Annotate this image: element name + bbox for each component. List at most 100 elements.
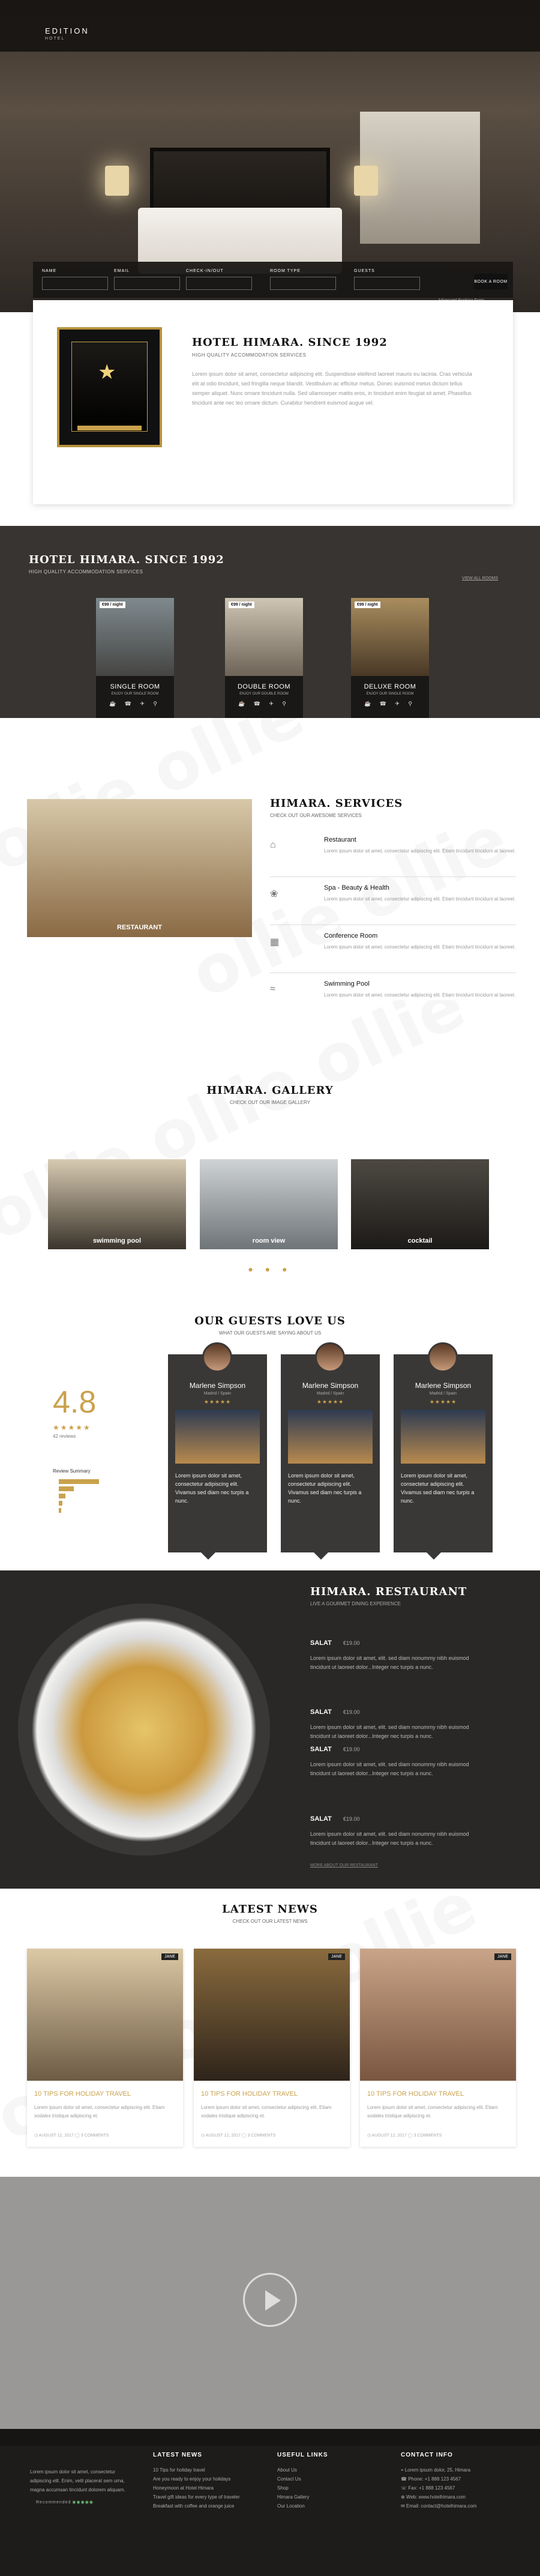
gallery-section: ollie ollie ollie HIMARA. GALLERY CHECK … bbox=[0, 1000, 540, 1306]
service-name: Restaurant bbox=[324, 836, 356, 843]
footer-link[interactable]: Shop bbox=[277, 2484, 385, 2493]
footer-link[interactable]: Himara Gallery bbox=[277, 2493, 385, 2502]
news-item-desc: Lorem ipsum dolor sit amet, consectetur … bbox=[201, 2105, 332, 2119]
play-button[interactable] bbox=[243, 2273, 297, 2327]
service-item[interactable]: ▦ Conference Room Lorem ipsum dolor sit … bbox=[270, 925, 516, 973]
testimonial-card: Marlene Simpson Madrid / Spain ★★★★★ Lor… bbox=[168, 1342, 267, 1560]
restaurant-icon: ⌂ bbox=[270, 840, 276, 850]
testimonial-image bbox=[401, 1410, 485, 1464]
booking-field-guests: GUESTS bbox=[354, 269, 420, 290]
menu-item-desc: Lorem ipsum dolor sit amet, elit. sed di… bbox=[310, 1655, 469, 1670]
news-card[interactable]: JANE 10 TIPS FOR HOLIDAY TRAVEL Lorem ip… bbox=[27, 1949, 183, 2147]
footer-news-link[interactable]: Breakfast with coffee and orange juice bbox=[153, 2502, 261, 2511]
news-item-meta: ◷ AUGUST 12, 2017 ◯ 3 COMMENTS bbox=[201, 2134, 276, 2138]
spa-icon: ❀ bbox=[270, 889, 278, 899]
restaurant-food-image bbox=[0, 1582, 282, 1883]
news-subtitle: CHECK OUT OUR LATEST NEWS bbox=[232, 1919, 308, 1924]
footer-link[interactable]: Our Location bbox=[277, 2502, 385, 2511]
about-section: ollie ★ HOTEL HIMARA. SINCE 1992 HIGH QU… bbox=[0, 300, 540, 526]
gallery-item-label: swimming pool bbox=[92, 1237, 142, 1244]
footer-phone[interactable]: ☎ Phone: +1 888 123 4567 bbox=[401, 2475, 521, 2484]
testimonial-location: Madrid / Spain bbox=[429, 1392, 457, 1396]
testimonial-stars: ★★★★★ bbox=[203, 1399, 232, 1405]
footer-email[interactable]: ✉ Email: contact@hotelhimara.com bbox=[401, 2502, 521, 2511]
news-tag: JANE bbox=[494, 1953, 511, 1960]
logo-text: EDITION bbox=[45, 26, 89, 35]
view-all-rooms-link[interactable]: VIEW ALL ROOMS bbox=[462, 576, 498, 581]
footer-web[interactable]: ⊕ Web: www.hotelhimara.com bbox=[401, 2493, 521, 2502]
name-input[interactable] bbox=[42, 277, 108, 290]
site-logo[interactable]: EDITION HOTEL bbox=[45, 26, 89, 41]
news-item-title[interactable]: 10 TIPS FOR HOLIDAY TRAVEL bbox=[367, 2090, 464, 2098]
restaurant-subtitle: LIVE A GOURMET DINING EXPERIENCE bbox=[310, 1601, 401, 1606]
footer-news-link[interactable]: Are you ready to enjoy your holidays bbox=[153, 2475, 261, 2484]
booking-field-label: GUESTS bbox=[354, 269, 375, 273]
room-card[interactable]: €99 / night DELUXE ROOM ENJOY OUR SINGLE… bbox=[351, 598, 429, 718]
news-card[interactable]: JANE 10 TIPS FOR HOLIDAY TRAVEL Lorem ip… bbox=[194, 1949, 350, 2147]
tripadvisor-badge[interactable]: Recommended ◉◉◉◉◉ bbox=[36, 2500, 94, 2505]
booking-form: NAME EMAIL CHECK-IN/OUT ROOM TYPE GUESTS… bbox=[33, 262, 513, 298]
service-item[interactable]: ⌂ Restaurant Lorem ipsum dolor sit amet,… bbox=[270, 829, 516, 877]
news-item-title[interactable]: 10 TIPS FOR HOLIDAY TRAVEL bbox=[34, 2090, 131, 2098]
hero-window bbox=[360, 112, 480, 244]
service-item[interactable]: ❀ Spa - Beauty & Health Lorem ipsum dolo… bbox=[270, 877, 516, 925]
testimonial-card: Marlene Simpson Madrid / Spain ★★★★★ Lor… bbox=[394, 1342, 493, 1560]
book-room-button[interactable]: BOOK A ROOM bbox=[474, 274, 508, 289]
footer-news-link[interactable]: Honeymoon at Hotel Himara bbox=[153, 2484, 261, 2493]
footer-links: USEFUL LINKS About Us Contact Us Shop Hi… bbox=[277, 2452, 385, 2511]
room-image bbox=[96, 598, 174, 688]
review-bar bbox=[59, 1479, 99, 1484]
service-item[interactable]: ≈ Swimming Pool Lorem ipsum dolor sit am… bbox=[270, 973, 516, 1000]
footer-link[interactable]: Contact Us bbox=[277, 2475, 385, 2484]
gallery-item[interactable]: swimming pool bbox=[48, 1159, 186, 1249]
footer-link[interactable]: About Us bbox=[277, 2466, 385, 2475]
gallery-item[interactable]: cocktail bbox=[351, 1159, 489, 1249]
about-subtitle: HIGH QUALITY ACCOMMODATION SERVICES bbox=[192, 352, 307, 358]
menu-item-price: €19.00 bbox=[343, 1816, 360, 1822]
email-input[interactable] bbox=[114, 277, 180, 290]
room-amenity-icons: ☕ ☎ ✈ ⚲ bbox=[238, 701, 290, 707]
guests-select[interactable] bbox=[354, 277, 420, 290]
restaurant-more-link[interactable]: MORE ABOUT OUR RESTAURANT bbox=[310, 1863, 378, 1868]
rating-stars: ★★★★★ bbox=[53, 1423, 91, 1432]
gallery-subtitle: CHECK OUT OUR IMAGE GALLERY bbox=[230, 1100, 310, 1105]
room-type-select[interactable] bbox=[270, 277, 336, 290]
menu-item: SALAT €19.00 Lorem ipsum dolor sit amet,… bbox=[310, 1815, 484, 1848]
gallery-item-label: cocktail bbox=[407, 1237, 433, 1244]
news-card[interactable]: JANE 10 TIPS FOR HOLIDAY TRAVEL Lorem ip… bbox=[360, 1949, 516, 2147]
menu-item: SALAT €19.00 Lorem ipsum dolor sit amet,… bbox=[310, 1639, 484, 1672]
news-item-title[interactable]: 10 TIPS FOR HOLIDAY TRAVEL bbox=[201, 2090, 298, 2098]
about-card: ★ HOTEL HIMARA. SINCE 1992 HIGH QUALITY … bbox=[33, 300, 513, 504]
booking-field-name: NAME bbox=[42, 269, 108, 290]
footer-recommended: Recommended bbox=[36, 2500, 71, 2505]
footer-news-link[interactable]: Travel gift ideas for every type of trav… bbox=[153, 2493, 261, 2502]
about-title: HOTEL HIMARA. SINCE 1992 bbox=[192, 336, 388, 349]
footer-contact-title: CONTACT INFO bbox=[401, 2452, 453, 2458]
footer: Lorem ipsum dolor sit amet, consectetur … bbox=[0, 2429, 540, 2576]
video-section bbox=[0, 2177, 540, 2429]
menu-item-name: SALAT bbox=[310, 1815, 332, 1823]
footer-news-link[interactable]: 10 Tips for holiday travel bbox=[153, 2466, 261, 2475]
avatar bbox=[202, 1342, 232, 1372]
testimonial-location: Madrid / Spain bbox=[316, 1392, 344, 1396]
menu-item-desc: Lorem ipsum dolor sit amet, elit. sed di… bbox=[310, 1831, 469, 1846]
testimonial-stars: ★★★★★ bbox=[429, 1399, 457, 1405]
room-card[interactable]: €99 / night DOUBLE ROOM ENJOY OUR DOUBLE… bbox=[225, 598, 303, 718]
menu-item-name: SALAT bbox=[310, 1709, 332, 1716]
rooms-subtitle: HIGH QUALITY ACCOMMODATION SERVICES bbox=[29, 569, 143, 575]
testimonial-text: Lorem ipsum dolor sit amet, consectetur … bbox=[288, 1473, 362, 1504]
gallery-pagination-dots[interactable]: ● ● ● bbox=[0, 1264, 540, 1274]
room-card[interactable]: €99 / night SINGLE ROOM ENJOY OUR SINGLE… bbox=[96, 598, 174, 718]
review-count: 42 reviews bbox=[53, 1434, 76, 1439]
dates-input[interactable] bbox=[186, 277, 252, 290]
gallery-item[interactable]: room view bbox=[200, 1159, 338, 1249]
footer-about-text: Lorem ipsum dolor sit amet, consectetur … bbox=[30, 2469, 125, 2493]
testimonial-text: Lorem ipsum dolor sit amet, consectetur … bbox=[175, 1473, 249, 1504]
testimonial-image bbox=[288, 1410, 373, 1464]
testimonial-text: Lorem ipsum dolor sit amet, consectetur … bbox=[401, 1473, 475, 1504]
services-subtitle: CHECK OUT OUR AWESOME SERVICES bbox=[270, 813, 362, 818]
service-name: Conference Room bbox=[324, 932, 378, 940]
avatar bbox=[315, 1342, 345, 1372]
conference-icon: ▦ bbox=[270, 937, 280, 947]
footer-fax: ☏ Fax: +1 888 123 4567 bbox=[401, 2485, 455, 2491]
